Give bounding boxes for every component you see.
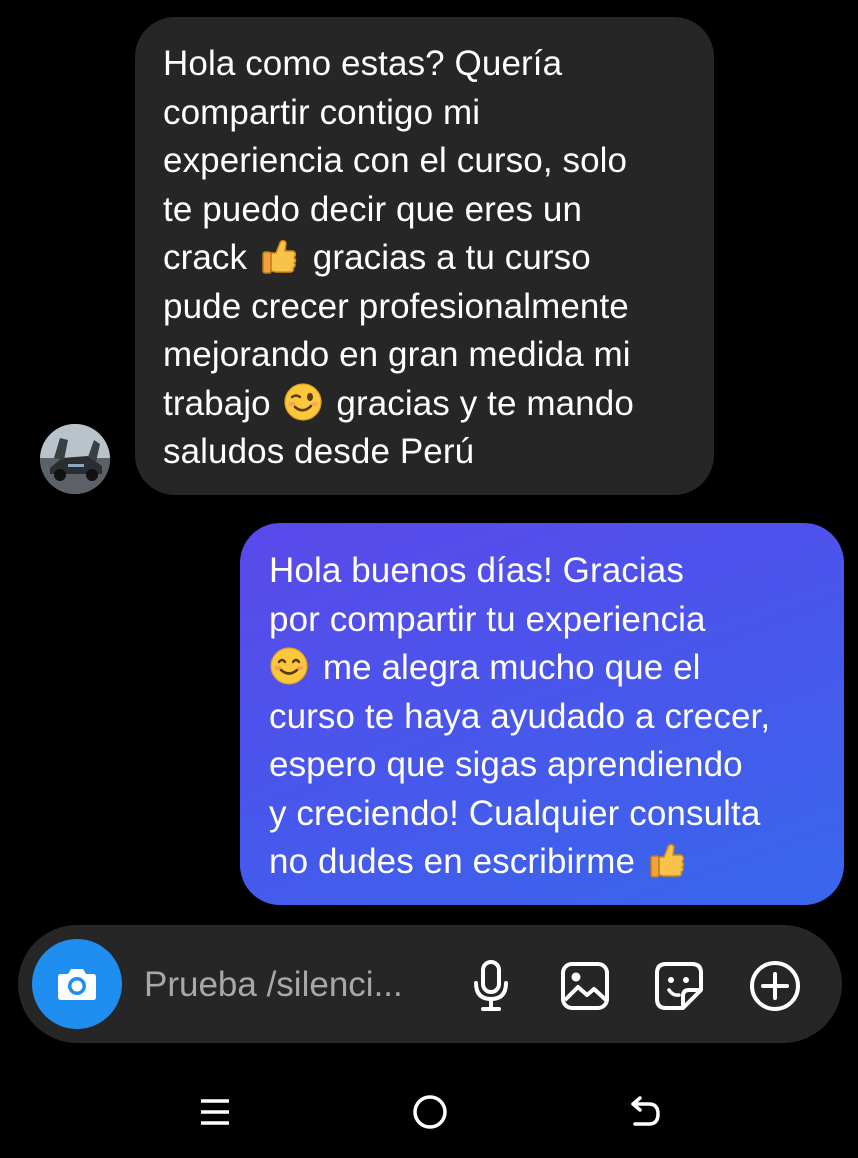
back-icon (631, 1096, 660, 1126)
message-thread[interactable]: Hola como estas? Quería compartir contig… (0, 0, 858, 920)
system-navigation-bar (0, 1062, 858, 1158)
message-line: Hola buenos días! Gracias (269, 551, 684, 590)
message-text: no dudes en escribirme (269, 842, 636, 881)
message-text: me alegra mucho que el (322, 648, 701, 687)
message-line-with-emoji: trabajo gracias y te mando (163, 380, 690, 429)
thumbs-up-emoji-icon (650, 844, 685, 878)
contact-avatar[interactable] (40, 424, 110, 494)
recent-apps-button[interactable] (185, 1084, 245, 1140)
received-message-bubble[interactable]: Hola como estas? Quería compartir contig… (135, 17, 714, 495)
message-line: saludos desde Perú (163, 432, 475, 471)
message-line: te puedo decir que eres un (163, 189, 583, 229)
thumbs-up-emoji-icon (262, 240, 297, 274)
message-line-with-emoji: no dudes en escribirme (269, 838, 824, 887)
sent-message-bubble[interactable]: Hola buenos días! Gracias por compartir … (240, 523, 844, 905)
message-line-with-emoji: crack gracias a tu curso (163, 234, 690, 283)
message-line: por compartir tu experiencia (269, 599, 706, 639)
message-text: gracias y te mando (336, 383, 634, 423)
message-line: pude crecer profesionalmente (163, 286, 629, 326)
camera-icon (58, 969, 96, 1000)
camera-button[interactable] (32, 939, 122, 1029)
message-line: Hola como estas? Quería (163, 44, 563, 83)
message-line: y creciendo! Cualquier consulta (269, 793, 761, 833)
sticker-button[interactable] (652, 959, 706, 1013)
message-composer: Prueba /silenci... (18, 925, 842, 1043)
message-line: mejorando en gran medida mi (163, 335, 631, 374)
microphone-icon (474, 960, 508, 1011)
add-attachment-button[interactable] (748, 959, 802, 1013)
recent-apps-icon (201, 1099, 229, 1125)
gallery-icon (561, 962, 609, 1010)
message-line: curso te haya ayudado a crecer, (269, 696, 771, 736)
message-line: experiencia con el curso, solo (163, 141, 628, 180)
back-button[interactable] (615, 1084, 675, 1140)
message-text: trabajo (163, 383, 271, 423)
message-input[interactable]: Prueba /silenci... (144, 963, 444, 1007)
message-line: compartir contigo mi (163, 92, 481, 132)
message-line: espero que sigas aprendiendo (269, 745, 743, 784)
smiling-face-emoji-icon (270, 647, 308, 685)
message-text: crack (163, 238, 248, 277)
plus-icon (750, 961, 800, 1011)
gallery-button[interactable] (558, 959, 612, 1013)
voice-message-button[interactable] (464, 959, 518, 1013)
sticker-icon (655, 962, 703, 1010)
home-icon (413, 1095, 447, 1129)
home-button[interactable] (400, 1084, 460, 1140)
message-text: gracias a tu curso (312, 238, 591, 277)
winking-face-emoji-icon (283, 382, 322, 421)
message-line-with-emoji: me alegra mucho que el (269, 644, 824, 693)
